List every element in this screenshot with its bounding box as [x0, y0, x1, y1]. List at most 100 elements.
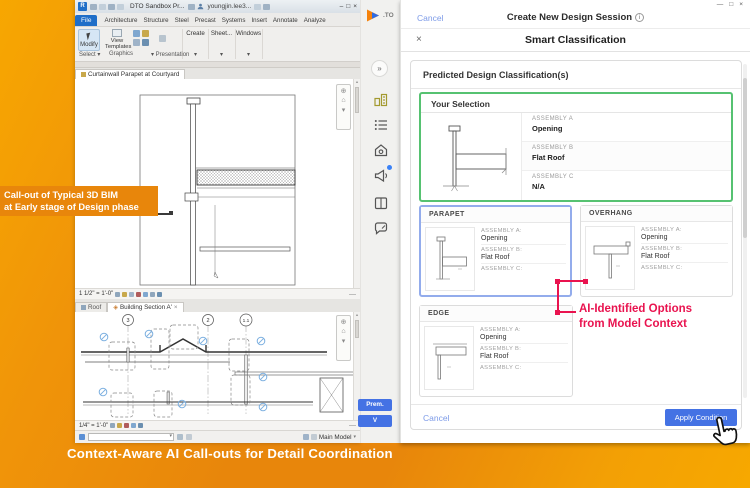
select-toggle-icon[interactable]: [186, 434, 192, 440]
temporary-hide-icon[interactable]: [138, 423, 143, 428]
crop-view-icon[interactable]: [143, 292, 148, 297]
detail-level-icon[interactable]: [115, 292, 120, 297]
view-templates-button[interactable]: View Templates: [105, 29, 129, 53]
panel-minimize-button[interactable]: —: [717, 1, 724, 8]
thin-lines-icon[interactable]: [133, 39, 140, 46]
v-button[interactable]: V: [358, 415, 392, 427]
tab-insert[interactable]: Insert: [248, 15, 269, 26]
open-icon[interactable]: [90, 4, 97, 10]
cancel-link-bottom[interactable]: Cancel: [423, 413, 449, 423]
panel-close-button[interactable]: ×: [739, 1, 743, 8]
crop-region-icon[interactable]: [150, 292, 155, 297]
ribbon-group-create[interactable]: Create: [183, 30, 208, 37]
view2-scale[interactable]: 1/4" = 1'-0": [79, 423, 108, 429]
revit-logo-icon[interactable]: R: [78, 2, 87, 11]
tab-steel[interactable]: Steel: [172, 15, 192, 26]
list-icon[interactable]: [373, 117, 389, 133]
detail-level-icon[interactable]: [110, 423, 115, 428]
library-icon[interactable]: [373, 195, 389, 211]
tab-analyze[interactable]: Analyze: [301, 15, 329, 26]
scrollbar-thumb[interactable]: [355, 320, 359, 338]
redo-icon[interactable]: [117, 4, 124, 10]
pane-splitter-handle[interactable]: —: [349, 422, 356, 429]
save-icon[interactable]: [99, 4, 106, 10]
navbar-expand-icon[interactable]: ▾: [342, 337, 346, 345]
announcements-icon[interactable]: [373, 167, 389, 183]
drawing-viewport-detail[interactable]: ⊕ ⌂ ▾ ▴: [75, 79, 360, 288]
active-model-select[interactable]: Main Model: [319, 434, 352, 441]
modify-button[interactable]: Modify: [78, 29, 100, 51]
grid-bubble-2: 2: [206, 318, 209, 324]
assembly-row: ASSEMBLY C N/A: [522, 171, 731, 200]
info-icon[interactable]: i: [635, 13, 644, 22]
chat-icon[interactable]: [373, 220, 389, 236]
option-card-parapet[interactable]: PARAPET: [419, 205, 572, 297]
search-icon[interactable]: [188, 4, 195, 10]
tab-precast[interactable]: Precast: [192, 15, 219, 26]
presentation-panel-label[interactable]: ▾ Presentation: [151, 51, 189, 58]
edit-icon[interactable]: [79, 434, 85, 440]
revit-close-button[interactable]: ×: [353, 3, 357, 10]
windows-panel-arrow[interactable]: ▾: [247, 51, 250, 58]
model-icon[interactable]: [311, 434, 317, 440]
tab-structure[interactable]: Structure: [141, 15, 172, 26]
detail-section-drawing: [75, 79, 360, 288]
smart-classification-icon[interactable]: [373, 92, 389, 108]
steering-wheel-icon[interactable]: ⊕: [341, 87, 347, 95]
steering-wheel-icon[interactable]: ⊕: [341, 318, 347, 326]
view-tab-curtainwall[interactable]: Curtainwall Parapet at Courtyard: [75, 69, 185, 79]
help-icon[interactable]: [263, 4, 270, 10]
user-icon[interactable]: [197, 3, 204, 10]
visibility-icon[interactable]: [133, 30, 140, 37]
sun-path-icon[interactable]: [129, 292, 134, 297]
crop-view-icon[interactable]: [131, 423, 136, 428]
tab-annotate[interactable]: Annotate: [270, 15, 301, 26]
home-icon[interactable]: [373, 142, 389, 158]
close-view-tab-icon[interactable]: ×: [174, 304, 178, 311]
select-dropdown[interactable]: Select ▾: [79, 51, 100, 58]
revit-minimize-button[interactable]: –: [340, 3, 344, 10]
ribbon-group-sheet[interactable]: Sheet...: [209, 30, 234, 37]
scrollbar-thumb[interactable]: [355, 87, 359, 113]
filter-icon[interactable]: [177, 434, 183, 440]
visual-style-icon[interactable]: [122, 292, 127, 297]
revit-maximize-button[interactable]: □: [346, 3, 350, 10]
premium-button[interactable]: Prem.: [358, 399, 392, 411]
shadows-icon[interactable]: [136, 292, 141, 297]
panel-scrollbar-thumb[interactable]: [743, 78, 747, 238]
tab-architecture[interactable]: Architecture: [101, 15, 140, 26]
dock-expand-button[interactable]: »: [371, 60, 388, 77]
shadows-icon[interactable]: [124, 423, 129, 428]
navigation-bar[interactable]: ⊕ ⌂ ▾: [336, 315, 351, 361]
option-card-overhang[interactable]: OVERHANG ASSEMBL: [580, 205, 733, 297]
view1-scale[interactable]: 1 1/2" = 1'-0": [79, 291, 113, 297]
sheet-panel-arrow[interactable]: ▾: [220, 51, 223, 58]
cart-icon[interactable]: [254, 4, 261, 10]
your-selection-card[interactable]: Your Selection: [419, 92, 733, 202]
zoom-icon[interactable]: ⌂: [341, 328, 345, 335]
view1-scrollbar[interactable]: ▴: [353, 79, 360, 288]
signed-in-user[interactable]: youngjin.lee3...: [207, 3, 251, 10]
view-tab-building-section[interactable]: ◈ Building Section A' ×: [107, 302, 183, 312]
visual-style-icon[interactable]: [117, 423, 122, 428]
option-card-edge[interactable]: EDGE ASSEMBLY A:: [419, 305, 573, 397]
navbar-expand-icon[interactable]: ▾: [342, 106, 346, 114]
design-option-combo[interactable]: [88, 433, 174, 441]
temporary-hide-icon[interactable]: [157, 292, 162, 297]
worksets-icon[interactable]: [303, 434, 309, 440]
undo-icon[interactable]: [108, 4, 115, 10]
zoom-icon[interactable]: ⌂: [341, 97, 345, 104]
ribbon-group-windows[interactable]: Windows: [236, 30, 261, 37]
presentation-icon[interactable]: [159, 35, 166, 42]
pane-splitter-handle[interactable]: —: [349, 291, 356, 298]
panel-maximize-button[interactable]: □: [729, 1, 733, 8]
filter-icon[interactable]: [142, 30, 149, 37]
tab-systems[interactable]: Systems: [219, 15, 249, 26]
graphics-panel-label[interactable]: Graphics: [109, 51, 133, 57]
tab-file[interactable]: File: [75, 15, 97, 26]
create-panel-arrow[interactable]: ▾: [194, 51, 197, 58]
show-hidden-icon[interactable]: [142, 39, 149, 46]
drawing-viewport-section[interactable]: 3 2 1.1: [75, 312, 360, 420]
navigation-bar[interactable]: ⊕ ⌂ ▾: [336, 84, 351, 130]
view-tab-roof[interactable]: Roof: [75, 302, 107, 312]
